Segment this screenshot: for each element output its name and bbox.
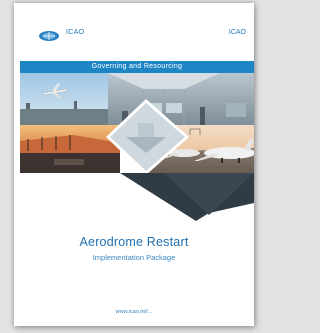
cover-photo-collage (20, 73, 254, 221)
photo-terminal-sunset (20, 125, 120, 173)
title-block: Aerodrome Restart Implementation Package (14, 235, 254, 262)
document-subtitle: Implementation Package (92, 253, 176, 262)
photo-aircraft-takeoff (20, 73, 108, 125)
document-cover: ICAO ICAO Governing and Resourcing Aerod… (14, 3, 254, 326)
document-title: Aerodrome Restart (79, 235, 189, 249)
footer-url: www.icao.int/... (115, 309, 153, 315)
